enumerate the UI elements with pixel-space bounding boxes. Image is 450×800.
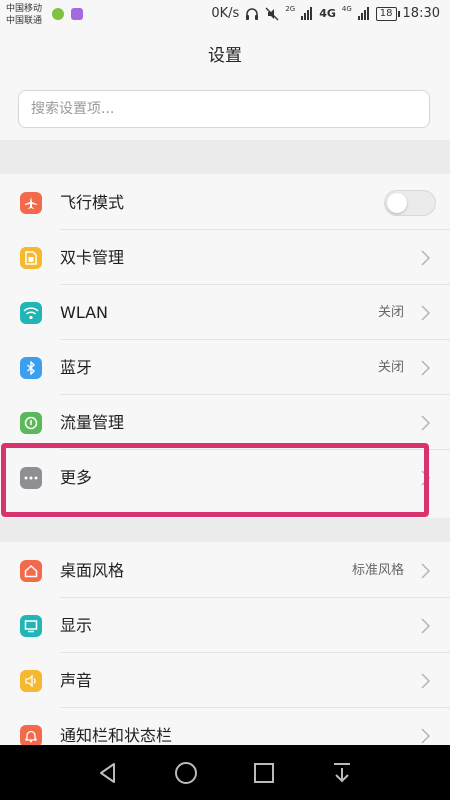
signal-tag-4g-small: 4G	[341, 4, 352, 13]
bluetooth-status: 关闭	[377, 360, 404, 375]
home-style-icon	[20, 560, 42, 582]
settings-item-sound[interactable]: 声音	[0, 653, 450, 708]
battery-icon: 18	[375, 6, 400, 21]
sim-card-icon	[20, 247, 42, 269]
home-button[interactable]	[173, 760, 199, 786]
settings-item-airplane-mode[interactable]: 飞行模式	[0, 175, 450, 230]
settings-item-label: 双卡管理	[60, 248, 125, 267]
settings-item-bluetooth[interactable]: 蓝牙 关闭	[0, 340, 450, 395]
home-style-value: 标准风格	[351, 563, 404, 578]
gallery-notification-icon	[71, 8, 83, 20]
notification-icon	[20, 725, 42, 747]
section-gap	[0, 140, 450, 174]
settings-item-label: 更多	[60, 468, 93, 487]
chevron-right-icon	[421, 415, 431, 431]
recents-button[interactable]	[251, 760, 277, 786]
signal-icon	[301, 7, 313, 20]
status-bar: 中国移动 中国联通 0K/s 2G 4G 4G 18 18:30	[0, 0, 450, 30]
settings-item-data-usage[interactable]: 流量管理	[0, 395, 450, 450]
signal-tag-4g: 4G	[319, 7, 336, 20]
notification-pulldown-button[interactable]	[329, 760, 355, 786]
navigation-bar	[0, 745, 450, 800]
headphones-icon	[246, 7, 259, 20]
wifi-icon	[20, 302, 42, 324]
carrier-1: 中国移动	[6, 4, 43, 14]
settings-group-display: 桌面风格 标准风格 显示 声音 通知栏和状态栏	[0, 543, 450, 763]
chevron-right-icon	[421, 618, 431, 634]
settings-item-dual-sim[interactable]: 双卡管理	[0, 230, 450, 285]
airplane-mode-toggle[interactable]	[384, 190, 436, 216]
carrier-info: 中国移动 中国联通	[6, 3, 42, 27]
notification-app-icon	[52, 8, 64, 20]
settings-item-label: 流量管理	[60, 413, 125, 432]
search-box[interactable]	[18, 90, 430, 128]
airplane-icon	[20, 192, 42, 214]
chevron-right-icon	[421, 305, 431, 321]
settings-item-label: WLAN	[60, 303, 109, 322]
signal-tag-2g: 2G	[285, 4, 296, 13]
back-button[interactable]	[95, 760, 121, 786]
display-icon	[20, 615, 42, 637]
chevron-right-icon	[421, 250, 431, 266]
clock: 18:30	[402, 6, 440, 21]
settings-item-label: 蓝牙	[60, 358, 93, 377]
sound-icon	[20, 670, 42, 692]
search-input[interactable]	[19, 91, 429, 127]
chevron-right-icon	[421, 563, 431, 579]
settings-item-home-style[interactable]: 桌面风格 标准风格	[0, 543, 450, 598]
carrier-2: 中国联通	[6, 16, 43, 26]
settings-group-connectivity: 飞行模式 双卡管理 WLAN 关闭 蓝牙 关闭 流量管理 更多	[0, 175, 450, 505]
data-usage-icon	[20, 412, 42, 434]
net-speed: 0K/s	[211, 6, 240, 21]
settings-item-label: 桌面风格	[60, 561, 125, 580]
settings-item-label: 飞行模式	[60, 193, 125, 212]
wlan-status: 关闭	[377, 305, 404, 320]
settings-item-wlan[interactable]: WLAN 关闭	[0, 285, 450, 340]
settings-item-display[interactable]: 显示	[0, 598, 450, 653]
settings-item-label: 声音	[60, 671, 93, 690]
settings-item-more[interactable]: 更多	[0, 450, 450, 505]
chevron-right-icon	[421, 470, 431, 486]
bluetooth-icon	[20, 357, 42, 379]
section-gap	[0, 518, 450, 542]
chevron-right-icon	[421, 360, 431, 376]
status-icons: 0K/s 2G 4G 4G 18 18:30	[211, 4, 440, 22]
signal-icon-2	[357, 7, 369, 20]
more-icon	[20, 467, 42, 489]
chevron-right-icon	[421, 673, 431, 689]
settings-item-label: 显示	[60, 616, 93, 635]
page-title: 设置	[208, 46, 242, 66]
chevron-right-icon	[421, 728, 431, 744]
mute-icon	[265, 7, 279, 20]
